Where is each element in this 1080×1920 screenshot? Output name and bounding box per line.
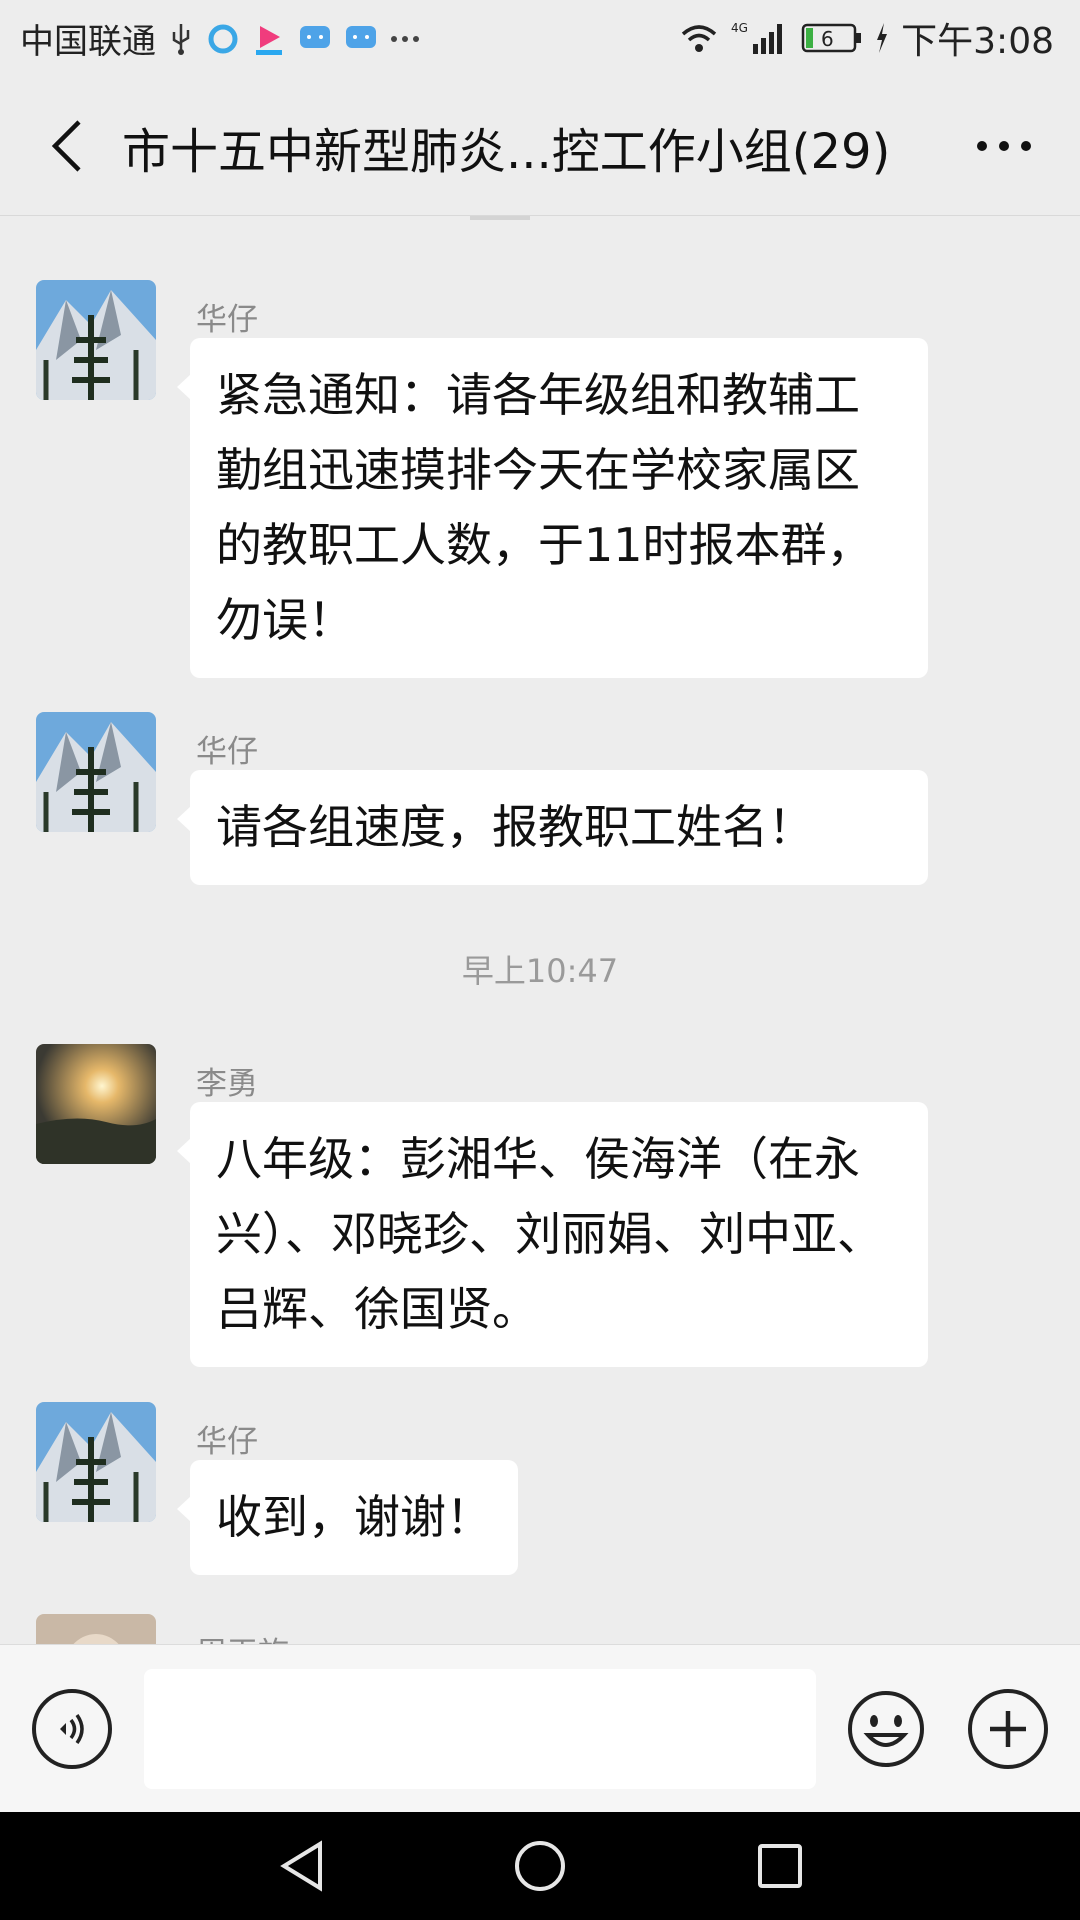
system-nav-bar — [0, 1812, 1080, 1920]
status-bar: 中国联通 4G 6 下午3:08 — [0, 0, 1080, 76]
browser-app-icon — [206, 24, 240, 54]
chat-app-icon — [298, 24, 332, 54]
avatar[interactable] — [36, 1044, 156, 1164]
message-bubble[interactable]: 收到，谢谢！ — [177, 1460, 518, 1575]
message-bubble[interactable]: 八年级：彭湘华、侯海洋（在永兴）、邓晓珍、刘丽娟、刘中亚、吕辉、徐国贤。 — [177, 1102, 928, 1367]
carrier-label: 中国联通 — [20, 22, 156, 62]
voice-icon — [60, 1713, 84, 1745]
network-label: 4G — [731, 21, 748, 35]
input-bar — [0, 1644, 1080, 1812]
sender-name: 华仔 — [196, 734, 258, 770]
nav-home-button[interactable] — [500, 1836, 580, 1896]
sender-name: 华仔 — [196, 1424, 258, 1460]
sender-name: 华仔 — [196, 302, 258, 338]
sunset-avatar — [36, 1044, 156, 1164]
message-bubble[interactable]: 紧急通知：请各年级组和教辅工勤组迅速摸排今天在学校家属区的教职工人数，于11时报… — [177, 338, 928, 678]
more-button[interactable] — [964, 116, 1044, 176]
nav-recent-button[interactable] — [740, 1836, 820, 1896]
chevron-left-icon — [51, 120, 81, 172]
home-circle-icon — [515, 1841, 565, 1891]
message-list[interactable]: 华仔 紧急通知：请各年级组和教辅工勤组迅速摸排今天在学校家属区的教职工人数，于1… — [0, 216, 1080, 1644]
message-input[interactable] — [144, 1669, 816, 1789]
status-time: 下午3:08 — [901, 21, 1054, 62]
avatar[interactable] — [36, 280, 156, 400]
plus-button[interactable] — [968, 1689, 1048, 1769]
chat-app-icon — [344, 24, 378, 54]
scroll-divider — [470, 216, 530, 220]
chat-header: 市十五中新型肺炎...控工作小组(29) — [0, 76, 1080, 216]
sender-name: 周玉旋 — [196, 1628, 289, 1644]
emoji-icon — [848, 1691, 924, 1767]
battery-level: 6 — [821, 27, 834, 51]
charging-icon — [875, 23, 889, 53]
mountain-trees-avatar — [36, 712, 156, 832]
mountain-trees-avatar — [36, 280, 156, 400]
signal-icon: 4G — [731, 20, 789, 56]
wifi-icon — [679, 22, 719, 54]
more-horizontal-icon — [977, 141, 1031, 151]
sender-name: 李勇 — [196, 1066, 258, 1102]
youku-app-icon — [252, 24, 286, 55]
avatar[interactable] — [36, 1402, 156, 1522]
recent-square-icon — [758, 1844, 802, 1888]
usb-icon — [168, 22, 194, 56]
plus-circle-icon — [990, 1711, 1026, 1747]
voice-button[interactable] — [32, 1689, 112, 1769]
battery-icon: 6 — [801, 23, 863, 53]
back-button[interactable] — [36, 114, 96, 178]
avatar[interactable] — [36, 1614, 156, 1644]
avatar[interactable] — [36, 712, 156, 832]
back-triangle-icon — [280, 1840, 322, 1892]
nav-back-button[interactable] — [262, 1836, 342, 1896]
message-bubble[interactable]: 请各组速度，报教职工姓名！ — [177, 770, 928, 885]
chat-title: 市十五中新型肺炎...控工作小组(29) — [122, 124, 891, 180]
portrait-avatar — [36, 1614, 156, 1644]
more-dots-icon — [390, 34, 420, 44]
mountain-trees-avatar — [36, 1402, 156, 1522]
emoji-button[interactable] — [846, 1689, 926, 1769]
message-timestamp: 早上10:47 — [461, 952, 619, 990]
